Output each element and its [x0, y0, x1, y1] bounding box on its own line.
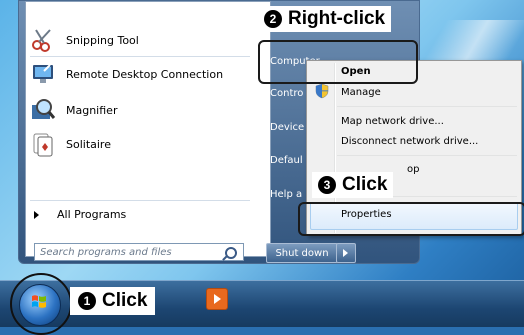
menu-separator: [337, 106, 517, 107]
scissors-icon: [32, 29, 51, 52]
program-item-solitaire[interactable]: Solitaire: [30, 130, 111, 158]
divider: [30, 200, 250, 201]
step-text: Right-click: [288, 8, 386, 29]
media-player-taskbar-icon[interactable]: [206, 288, 228, 310]
callout-highlight-properties: [298, 202, 524, 236]
right-item-help[interactable]: Help a: [270, 189, 302, 200]
menu-item-map-network-drive[interactable]: Map network drive...: [341, 116, 444, 127]
step-number: 1: [78, 292, 96, 310]
program-label: Magnifier: [66, 103, 118, 117]
all-programs-button[interactable]: All Programs: [34, 208, 126, 221]
all-programs-label: All Programs: [57, 208, 127, 221]
search-placeholder: Search programs and files: [40, 246, 172, 258]
control-label: Contro: [270, 88, 304, 99]
devices-label: Device: [270, 122, 305, 133]
map-drive-label: Map network drive...: [341, 116, 444, 127]
shutdown-label: Shut down: [275, 247, 329, 259]
shield-icon: [315, 83, 329, 99]
default-label: Defaul: [270, 155, 303, 166]
help-label: Help a: [270, 189, 303, 200]
menu-item-disconnect-network-drive[interactable]: Disconnect network drive...: [341, 136, 478, 147]
right-item-default-programs[interactable]: Defaul: [270, 155, 303, 166]
program-label: Snipping Tool: [66, 33, 139, 47]
remote-desktop-icon: [33, 64, 53, 83]
step-number: 2: [264, 10, 282, 28]
cards-icon: [33, 133, 53, 157]
program-item-remote-desktop[interactable]: Remote Desktop Connection: [30, 60, 223, 88]
callout-label-step1: 1 Click: [70, 287, 156, 315]
manage-label: Manage: [341, 87, 381, 98]
step-text: Click: [102, 290, 148, 311]
callout-label-step3: 3 Click: [312, 172, 394, 198]
right-item-devices[interactable]: Device: [270, 122, 304, 133]
menu-item-manage[interactable]: Manage: [341, 87, 381, 98]
show-desktop-label: op: [407, 164, 420, 175]
disconnect-drive-label: Disconnect network drive...: [341, 136, 479, 147]
search-input[interactable]: Search programs and files: [34, 243, 244, 261]
step-number: 3: [318, 176, 336, 194]
menu-separator: [337, 155, 517, 156]
program-label: Solitaire: [66, 137, 111, 151]
right-item-control-panel[interactable]: Contro: [270, 88, 303, 99]
arrow-right-icon: [34, 210, 39, 219]
callout-highlight-computer: [258, 40, 418, 84]
menu-item-show-on-desktop[interactable]: op: [407, 164, 419, 175]
program-item-snipping-tool[interactable]: Snipping Tool: [30, 26, 139, 54]
divider: [30, 56, 250, 57]
callout-label-step2: 2 Right-click: [258, 6, 392, 32]
magnifier-icon: [32, 99, 56, 119]
step-text: Click: [342, 174, 388, 195]
search-icon: [225, 247, 237, 259]
program-item-magnifier[interactable]: Magnifier: [30, 96, 117, 124]
shutdown-button[interactable]: Shut down: [266, 243, 338, 263]
program-label: Remote Desktop Connection: [66, 67, 224, 81]
shutdown-options-button[interactable]: [336, 243, 356, 263]
